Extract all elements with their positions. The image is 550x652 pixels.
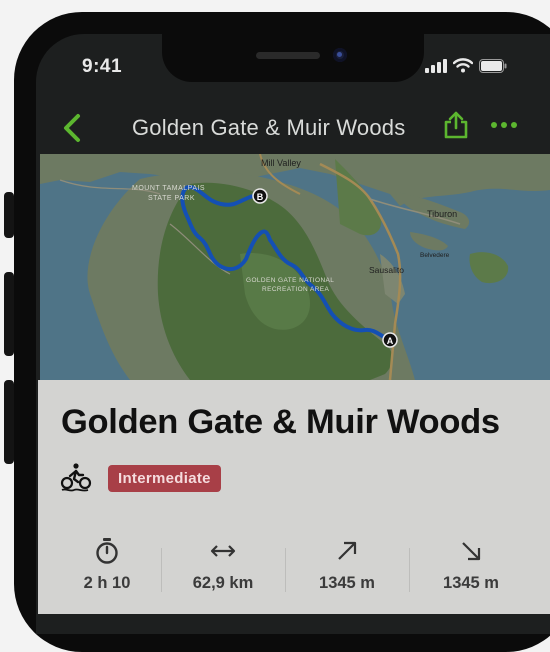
- map-label-sausalito: Sausalito: [369, 265, 404, 275]
- front-camera: [333, 48, 347, 62]
- ascent-arrow-icon: [338, 541, 357, 560]
- map-label-mill-valley: Mill Valley: [261, 158, 301, 168]
- distance-arrows-icon: [210, 545, 236, 557]
- map-label-state-park: STATE PARK: [148, 195, 195, 202]
- stat-value: 1345 m: [443, 574, 499, 592]
- map-label-gg-line1: GOLDEN GATE NATIONAL: [246, 277, 334, 284]
- cycling-icon: [60, 463, 92, 492]
- stat-divider: [409, 548, 410, 592]
- wifi-icon: [453, 58, 473, 73]
- stat-descent: 1345 m: [416, 536, 526, 593]
- more-options-icon[interactable]: [490, 118, 518, 132]
- stat-divider: [285, 548, 286, 592]
- end-marker-label: B: [257, 192, 264, 202]
- side-button-volume-up: [4, 272, 14, 356]
- trail-title: Golden Gate & Muir Woods: [61, 403, 500, 441]
- descent-arrow-icon: [462, 542, 481, 561]
- back-chevron-icon[interactable]: [58, 112, 88, 144]
- share-icon[interactable]: [443, 110, 469, 140]
- stat-divider: [161, 548, 162, 592]
- earpiece-speaker: [256, 52, 320, 59]
- map-label-tiburon: Tiburon: [427, 209, 457, 219]
- side-button-volume-down: [4, 380, 14, 464]
- status-time: 9:41: [82, 56, 123, 77]
- start-marker-label: A: [387, 336, 394, 346]
- stat-duration: 2 h 10: [52, 536, 162, 593]
- map-label-mount-tam: MOUNT TAMALPAIS: [132, 185, 205, 192]
- cellular-signal-icon: [425, 58, 447, 73]
- stat-distance: 62,9 km: [168, 536, 278, 593]
- stat-value: 62,9 km: [192, 574, 254, 592]
- stat-value: 2 h 10: [83, 574, 131, 592]
- side-button-mute: [4, 192, 14, 238]
- stopwatch-icon: [96, 538, 118, 564]
- difficulty-badge: Intermediate: [108, 465, 221, 492]
- stat-ascent: 1345 m: [292, 536, 402, 593]
- map-label-belvedere: Belvedere: [420, 252, 450, 259]
- route-map[interactable]: A B Mill Valley MOUNT TAMALPAIS STATE PA…: [40, 154, 550, 380]
- stat-value: 1345 m: [319, 574, 375, 592]
- battery-icon: [479, 58, 507, 73]
- map-label-gg-line2: RECREATION AREA: [262, 286, 330, 293]
- nav-title: Golden Gate & Muir Woods: [132, 115, 406, 140]
- status-icons: [425, 58, 507, 73]
